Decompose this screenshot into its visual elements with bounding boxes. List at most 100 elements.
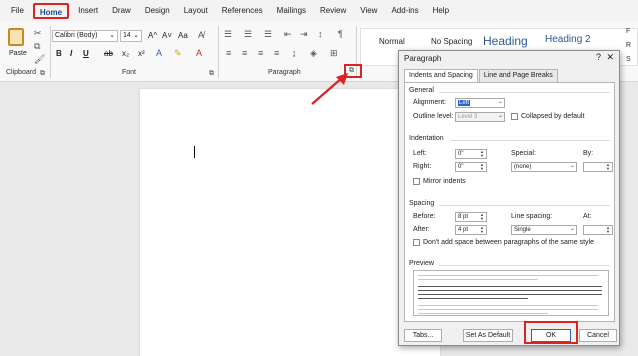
align-left-icon[interactable]: ≡ [226, 48, 231, 58]
chevron-down-icon: ⌄ [133, 32, 139, 39]
align-center-icon[interactable]: ≡ [242, 48, 247, 58]
menu-home[interactable]: Home [32, 3, 70, 19]
dont-add-space-checkbox[interactable] [413, 239, 420, 246]
style-normal[interactable]: Normal [379, 37, 405, 46]
shrink-font-button[interactable]: A˅ [162, 31, 172, 40]
menu-file[interactable]: File [6, 3, 29, 19]
style-no-spacing[interactable]: No Spacing [431, 37, 472, 46]
spinner-icon[interactable]: ▲ ▼ [479, 226, 485, 234]
menu-references[interactable]: References [217, 3, 268, 19]
line-spacing-icon[interactable]: ↨ [292, 48, 297, 58]
mirror-indents-checkbox[interactable] [413, 178, 420, 185]
alignment-label: Alignment: [413, 99, 447, 106]
italic-button[interactable]: I [70, 49, 72, 58]
spinner-icon[interactable]: ▲ ▼ [479, 150, 485, 158]
line-spacing-select[interactable]: Single ⌄ [511, 225, 577, 235]
cut-icon[interactable]: ✂ [34, 28, 42, 39]
spinner-icon[interactable]: ▲ ▼ [605, 163, 611, 171]
menu-help[interactable]: Help [428, 3, 454, 19]
highlight-icon[interactable]: ✎ [174, 48, 182, 59]
font-color-icon[interactable]: A [196, 48, 202, 58]
numbering-icon[interactable]: ☰ [244, 29, 252, 40]
superscript-button[interactable]: x² [138, 49, 145, 58]
text-effects-icon[interactable]: A [156, 48, 162, 58]
alignment-select[interactable]: Left ⌄ [455, 98, 505, 108]
font-group-label: Font [122, 69, 137, 76]
annotation-arrow [311, 73, 348, 105]
increase-indent-icon[interactable]: ⇥ [300, 29, 308, 40]
by-input[interactable]: ▲ ▼ [583, 162, 613, 172]
select-label[interactable]: S [626, 56, 631, 63]
menu-view[interactable]: View [355, 3, 382, 19]
after-input[interactable]: 4 pt ▲ ▼ [455, 225, 487, 235]
borders-icon[interactable]: ⊞ [330, 48, 338, 59]
spinner-icon[interactable]: ▲ ▼ [479, 163, 485, 171]
document-page[interactable] [140, 89, 440, 356]
cancel-button[interactable]: Cancel [579, 329, 617, 342]
style-heading-1[interactable]: Heading [483, 34, 528, 48]
spacing-section-title: Spacing [409, 200, 435, 207]
close-icon[interactable]: ✕ [606, 52, 614, 63]
subscript-button[interactable]: x₂ [122, 49, 129, 58]
after-value: 4 pt [458, 227, 469, 233]
clear-format-icon[interactable]: A̸ [198, 30, 204, 40]
menu-draw[interactable]: Draw [107, 3, 136, 19]
collapsed-checkbox[interactable] [511, 113, 518, 120]
general-section-title: General [409, 87, 434, 94]
preview-line [418, 275, 598, 276]
decrease-indent-icon[interactable]: ⇤ [284, 29, 292, 40]
find-label[interactable]: F [626, 28, 630, 35]
font-size-combo[interactable]: 14 ⌄ [120, 30, 142, 42]
menu-insert[interactable]: Insert [73, 3, 103, 19]
ok-highlight-box [524, 321, 578, 344]
set-as-default-button[interactable]: Set As Default [463, 329, 513, 342]
sort-icon[interactable]: ↕ [318, 29, 323, 39]
paste-icon[interactable] [8, 28, 24, 46]
menu-layout[interactable]: Layout [179, 3, 213, 19]
copy-icon[interactable]: ⧉ [34, 41, 40, 52]
spinner-icon[interactable]: ▲ ▼ [605, 226, 611, 234]
menu-mailings[interactable]: Mailings [272, 3, 311, 19]
underline-button[interactable]: U [83, 49, 89, 58]
preview-line [418, 298, 528, 299]
divider [439, 265, 610, 266]
tabs-button[interactable]: Tabs... [404, 329, 442, 342]
menu-review[interactable]: Review [315, 3, 351, 19]
grow-font-button[interactable]: A^ [148, 31, 157, 40]
clipboard-launcher-icon[interactable]: ⧉ [40, 70, 48, 78]
show-marks-icon[interactable]: ¶ [338, 29, 343, 39]
tab-indents-and-spacing[interactable]: Indents and Spacing [404, 69, 478, 82]
align-right-icon[interactable]: ≡ [258, 48, 263, 58]
format-painter-icon[interactable]: 🖌 [34, 54, 45, 65]
tab-line-and-page-breaks[interactable]: Line and Page Breaks [478, 69, 558, 82]
right-indent-input[interactable]: 0" ▲ ▼ [455, 162, 487, 172]
divider [451, 140, 610, 141]
font-launcher-icon[interactable]: ⧉ [209, 70, 217, 78]
at-input[interactable]: ▲ ▼ [583, 225, 613, 235]
left-indent-input[interactable]: 0" ▲ ▼ [455, 149, 487, 159]
paste-label[interactable]: Paste [9, 50, 27, 57]
preview-line [418, 279, 538, 280]
tab-panel: General Alignment: Left ⌄ Outline level:… [404, 82, 615, 322]
menu-bar: File Home Insert Draw Design Layout Refe… [0, 0, 638, 22]
change-case-button[interactable]: Aa [178, 31, 188, 40]
style-heading-2[interactable]: Heading 2 [545, 34, 591, 45]
chevron-down-icon: ⌄ [569, 226, 575, 232]
spinner-icon[interactable]: ▲ ▼ [479, 213, 485, 221]
replace-label[interactable]: R [626, 42, 631, 49]
outline-level-select[interactable]: Level 3 ⌄ [455, 112, 505, 122]
menu-design[interactable]: Design [140, 3, 175, 19]
bullets-icon[interactable]: ☰ [224, 29, 232, 40]
at-label: At: [583, 213, 592, 220]
special-select[interactable]: (none) ⌄ [511, 162, 577, 172]
strikethrough-button[interactable]: ab [104, 49, 113, 58]
help-icon[interactable]: ? [596, 52, 601, 62]
font-name-combo[interactable]: Calibri (Body) ⌄ [52, 30, 118, 42]
justify-icon[interactable]: ≡ [274, 48, 279, 58]
menu-add-ins[interactable]: Add-ins [386, 3, 423, 19]
shading-icon[interactable]: ◈ [310, 48, 317, 59]
bold-button[interactable]: B [56, 49, 62, 58]
multilevel-list-icon[interactable]: ☰ [264, 29, 272, 40]
before-input[interactable]: 8 pt ▲ ▼ [455, 212, 487, 222]
text-caret [194, 146, 195, 158]
